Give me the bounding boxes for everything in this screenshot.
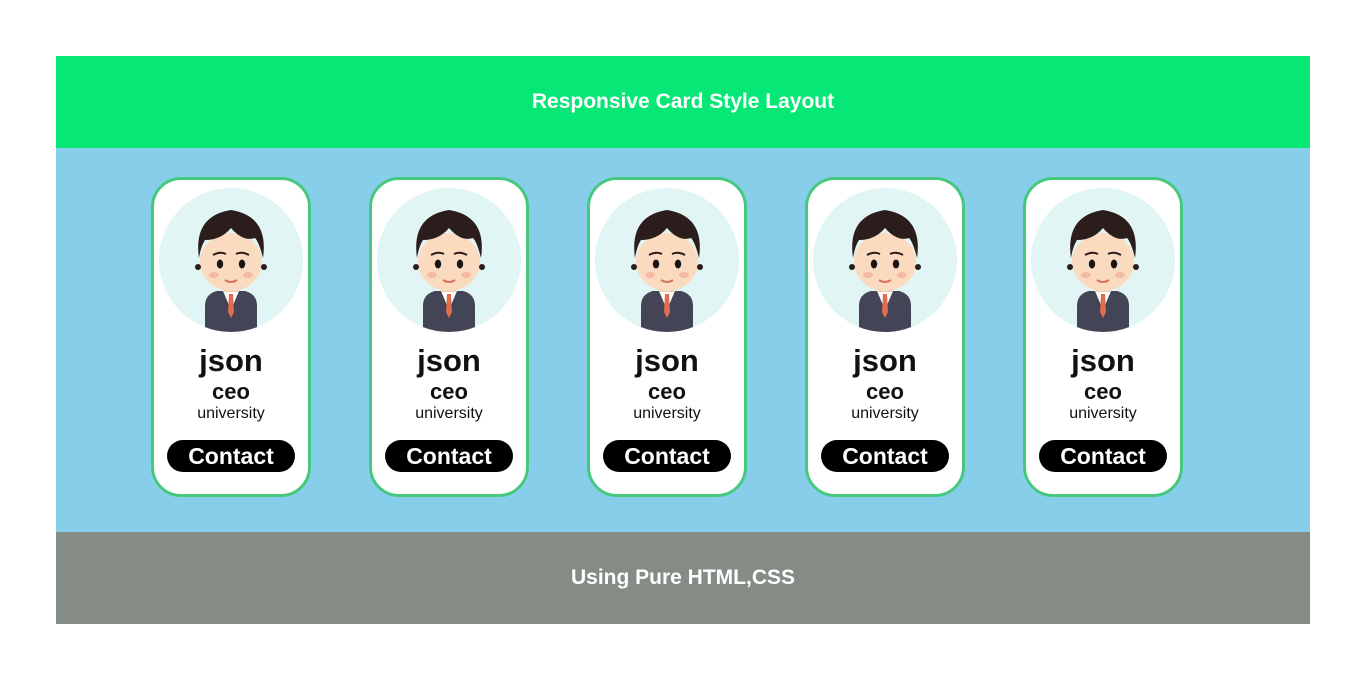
footer-text: Using Pure HTML,CSS	[570, 566, 796, 589]
contact-button[interactable]: Contact	[1039, 440, 1167, 472]
profile-card: json ceo university Contact	[1023, 177, 1183, 497]
card-name: json	[853, 343, 917, 378]
businessman-avatar-icon	[813, 188, 957, 332]
contact-button[interactable]: Contact	[385, 440, 513, 472]
page-frame: Responsive Card Style Layout json ceo un…	[56, 56, 1310, 624]
contact-button[interactable]: Contact	[167, 440, 295, 472]
card-name: json	[1071, 343, 1135, 378]
businessman-avatar-icon	[377, 188, 521, 332]
businessman-avatar-icon	[159, 188, 303, 332]
card-organization: university	[1069, 405, 1137, 422]
contact-button[interactable]: Contact	[603, 440, 731, 472]
card-name: json	[199, 343, 263, 378]
card-role: ceo	[430, 379, 468, 404]
card-role: ceo	[212, 379, 250, 404]
card-section: json ceo university Contact json ceo uni…	[56, 148, 1310, 532]
card-organization: university	[415, 405, 483, 422]
card-organization: university	[633, 405, 701, 422]
businessman-avatar-icon	[595, 188, 739, 332]
page-footer: Using Pure HTML,CSS	[56, 532, 1310, 624]
profile-card: json ceo university Contact	[587, 177, 747, 497]
page-header: Responsive Card Style Layout	[56, 56, 1310, 148]
card-organization: university	[197, 405, 265, 422]
card-name: json	[635, 343, 699, 378]
card-organization: university	[851, 405, 919, 422]
card-role: ceo	[866, 379, 904, 404]
profile-card: json ceo university Contact	[151, 177, 311, 497]
profile-card: json ceo university Contact	[369, 177, 529, 497]
card-name: json	[417, 343, 481, 378]
card-list: json ceo university Contact json ceo uni…	[151, 177, 1183, 497]
businessman-avatar-icon	[1031, 188, 1175, 332]
card-role: ceo	[648, 379, 686, 404]
contact-button[interactable]: Contact	[821, 440, 949, 472]
page-title: Responsive Card Style Layout	[531, 90, 835, 113]
card-role: ceo	[1084, 379, 1122, 404]
profile-card: json ceo university Contact	[805, 177, 965, 497]
